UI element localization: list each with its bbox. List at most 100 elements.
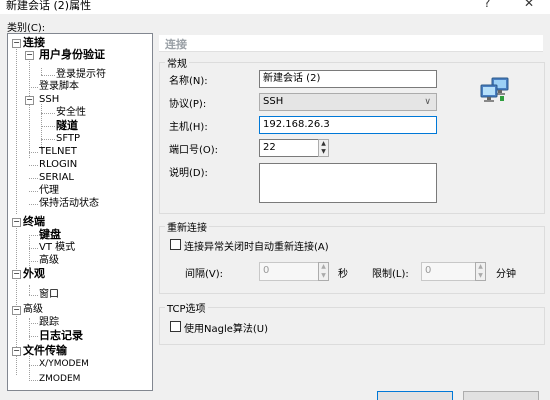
host-label: 主机(H): [169,122,208,133]
tree-item-ssh[interactable]: SSH [39,93,59,106]
tree-line [29,354,30,381]
description-label: 说明(D): [169,168,208,179]
protocol-select[interactable]: SSH ∨ [259,93,437,111]
reconnect-group-title: 重新连接 [165,219,209,234]
collapse-icon[interactable]: − [12,39,21,48]
tree-line [29,235,38,236]
tree-item-terminal[interactable]: 终端 [23,215,45,228]
interval-label: 间隔(V): [185,269,224,280]
tree-line [29,191,38,192]
tree-item-telnet[interactable]: TELNET [39,145,77,158]
collapse-icon[interactable]: − [12,306,21,315]
tree-item-login-script[interactable]: 登录脚本 [39,80,79,93]
description-textarea[interactable] [259,163,437,203]
panel-header: 连接 [159,35,543,52]
title-bar: 新建会话 (2)属性 ? ✕ [0,0,550,14]
window-title: 新建会话 (2)属性 [6,0,92,12]
category-label: 类别(C): [7,23,46,34]
collapse-icon[interactable]: − [12,270,21,279]
tree-line [29,165,38,166]
limit-unit: 分钟 [496,269,516,280]
tree-item-logging[interactable]: 日志记录 [39,329,83,342]
tree-line [29,285,30,295]
interval-input[interactable]: 0 [259,262,319,281]
network-computers-icon [480,77,509,102]
chevron-down-icon: ∨ [424,97,431,107]
limit-spinner[interactable]: ▲ ▼ [475,262,486,281]
protocol-label: 协议(P): [169,99,207,110]
tree-item-file-transfer[interactable]: 文件传输 [23,344,67,357]
tree-line [16,44,17,214]
tree-line [29,235,30,268]
tree-line [29,295,38,296]
spin-down-icon[interactable]: ▼ [319,272,328,281]
help-button[interactable]: ? [484,0,490,10]
interval-unit: 秒 [338,269,348,280]
spin-down-icon[interactable]: ▼ [476,272,485,281]
tree-line [29,336,38,337]
tree-line [41,139,55,140]
port-input[interactable]: 22 [259,139,319,157]
tree-line [29,248,38,249]
auto-reconnect-label: 连接异常关闭时自动重新连接(A) [184,242,329,253]
collapse-icon[interactable]: − [12,218,21,227]
tree-line [29,365,38,366]
panel-title: 连接 [165,38,187,51]
tree-item-tunnel[interactable]: 隧道 [56,119,78,132]
port-label: 端口号(O): [169,145,219,156]
nagle-checkbox[interactable] [170,321,181,332]
tree-item-trace[interactable]: 跟踪 [39,316,59,329]
cancel-button[interactable] [463,391,539,400]
tree-line [29,380,38,381]
tree-item-window[interactable]: 窗口 [39,288,59,301]
tree-item-xymodem[interactable]: X/YMODEM [39,358,89,371]
tree-line [29,261,38,262]
tree-item-security[interactable]: 安全性 [56,106,86,119]
tree-item-sftp[interactable]: SFTP [56,132,80,145]
tree-item-vt-mode[interactable]: VT 模式 [39,241,75,254]
nagle-label: 使用Nagle算法(U) [184,324,269,335]
interval-spinner[interactable]: ▲ ▼ [318,262,329,281]
tree-line [29,323,38,324]
tree-line [29,178,38,179]
tree-item-rlogin[interactable]: RLOGIN [39,158,77,171]
collapse-icon[interactable]: − [12,347,21,356]
collapse-icon[interactable]: − [25,96,34,105]
auto-reconnect-checkbox[interactable] [170,239,181,250]
port-spinner[interactable]: ▲ ▼ [318,139,329,157]
tree-line [29,87,38,88]
tree-item-appearance[interactable]: 外观 [23,267,45,280]
host-input[interactable]: 192.168.26.3 [259,116,437,134]
spin-up-icon[interactable]: ▲ [319,263,328,272]
tree-item-user-auth[interactable]: 用户身份验证 [39,48,105,61]
spin-up-icon[interactable]: ▲ [319,140,328,148]
ok-button[interactable] [377,391,453,400]
name-input[interactable]: 新建会话 (2) [259,70,437,88]
limit-input[interactable]: 0 [421,262,476,281]
limit-label: 限制(L): [372,269,409,280]
spin-down-icon[interactable]: ▼ [319,148,328,156]
name-label: 名称(N): [169,76,208,87]
tree-line [29,152,38,153]
spin-up-icon[interactable]: ▲ [476,263,485,272]
tree-line [41,126,55,127]
category-tree[interactable]: − 连接 − 用户身份验证 登录提示符 登录脚本 − SSH 安全性 隧道 SF… [7,33,153,391]
tree-item-keepalive[interactable]: 保持活动状态 [39,197,99,210]
tree-item-advanced-root[interactable]: 高级 [23,303,43,316]
close-button[interactable]: ✕ [524,0,534,10]
tree-item-zmodem[interactable]: ZMODEM [39,373,80,386]
collapse-icon[interactable]: − [25,51,34,60]
tree-item-proxy[interactable]: 代理 [39,184,59,197]
tree-line [41,68,42,75]
reconnect-group [159,226,545,294]
tree-line [29,204,38,205]
tree-line [41,113,55,114]
general-group-title: 常规 [165,55,189,70]
tcp-group-title: TCP选项 [165,300,208,315]
tree-line [29,56,30,158]
tree-item-keyboard[interactable]: 键盘 [39,228,61,241]
tree-item-advanced[interactable]: 高级 [39,254,59,267]
protocol-value: SSH [263,96,284,107]
tree-item-serial[interactable]: SERIAL [39,171,74,184]
tree-line [41,75,55,76]
